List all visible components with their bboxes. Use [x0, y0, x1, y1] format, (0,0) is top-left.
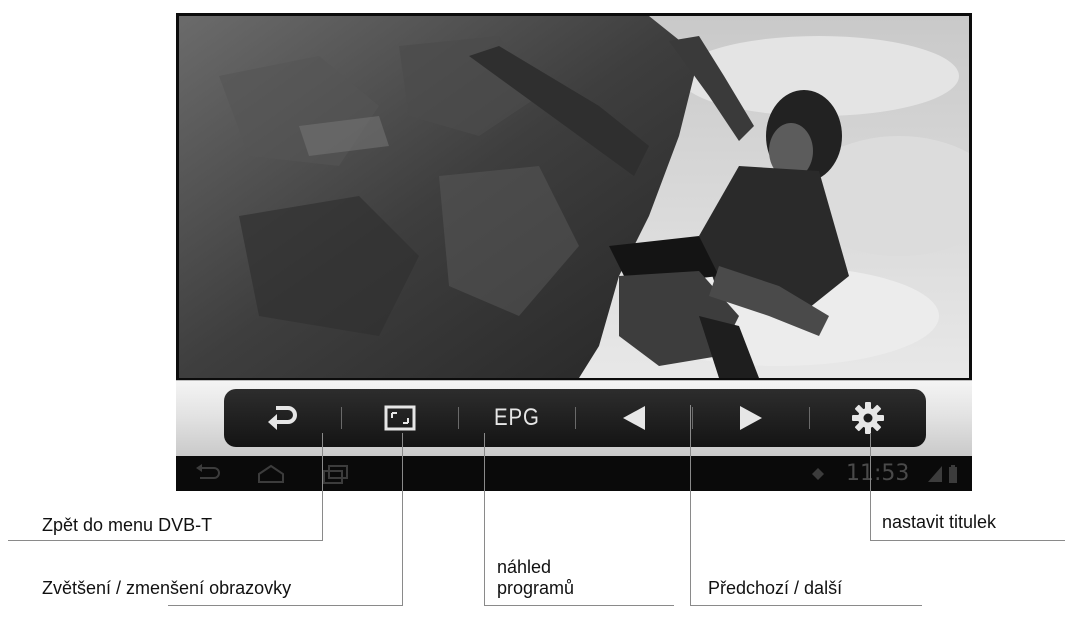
callout-line-prevnext-vertical [690, 405, 691, 605]
battery-icon [949, 465, 957, 483]
callout-line-zoom-vertical [402, 433, 403, 605]
epg-label: EPG [493, 404, 540, 431]
callout-label-prev-next: Předchozí / další [708, 578, 843, 598]
zoom-button[interactable] [341, 389, 458, 447]
nav-recent-apps-icon[interactable] [321, 464, 351, 484]
gear-icon [851, 402, 884, 434]
video-frame[interactable] [179, 16, 969, 378]
callout-line-prevnext-horizontal [690, 605, 922, 606]
callout-label-epg-line2: programů [497, 578, 575, 598]
callout-line-subtitles-vertical [870, 433, 871, 540]
aspect-ratio-icon [384, 405, 415, 431]
back-button[interactable] [224, 389, 341, 447]
callout-line-zoom-horizontal [168, 605, 403, 606]
callout-label-zoom: Zvětšení / zmenšení obrazovky [42, 578, 292, 598]
player-control-bar: EPG [224, 389, 926, 447]
nav-home-icon[interactable] [256, 464, 286, 484]
triangle-right-icon [739, 406, 762, 430]
control-strip: EPG [176, 380, 972, 457]
callout-line-epg-vertical [484, 433, 485, 605]
callout-label-back: Zpět do menu DVB-T [42, 515, 213, 535]
climber-image [179, 16, 969, 378]
settings-button[interactable] [809, 389, 926, 447]
callout-line-epg-horizontal [484, 605, 674, 606]
callout-label-epg-line1: náhled [497, 557, 552, 577]
signal-icon [928, 466, 942, 482]
system-navigation-bar: 11:53 [176, 456, 972, 491]
triangle-left-icon [622, 406, 645, 430]
status-clock: 11:53 [846, 461, 910, 486]
callout-line-back-horizontal [8, 540, 323, 541]
notification-icon [812, 468, 824, 480]
callout-label-subtitles: nastavit titulek [882, 512, 997, 532]
callout-line-subtitles-horizontal [870, 540, 1065, 541]
epg-button[interactable]: EPG [458, 389, 575, 447]
return-arrow-icon [267, 406, 297, 430]
next-button[interactable] [692, 389, 809, 447]
callout-line-back-vertical [322, 433, 323, 540]
previous-button[interactable] [575, 389, 692, 447]
nav-back-icon[interactable] [194, 464, 224, 482]
device-screen: EPG 11:53 [176, 13, 972, 491]
